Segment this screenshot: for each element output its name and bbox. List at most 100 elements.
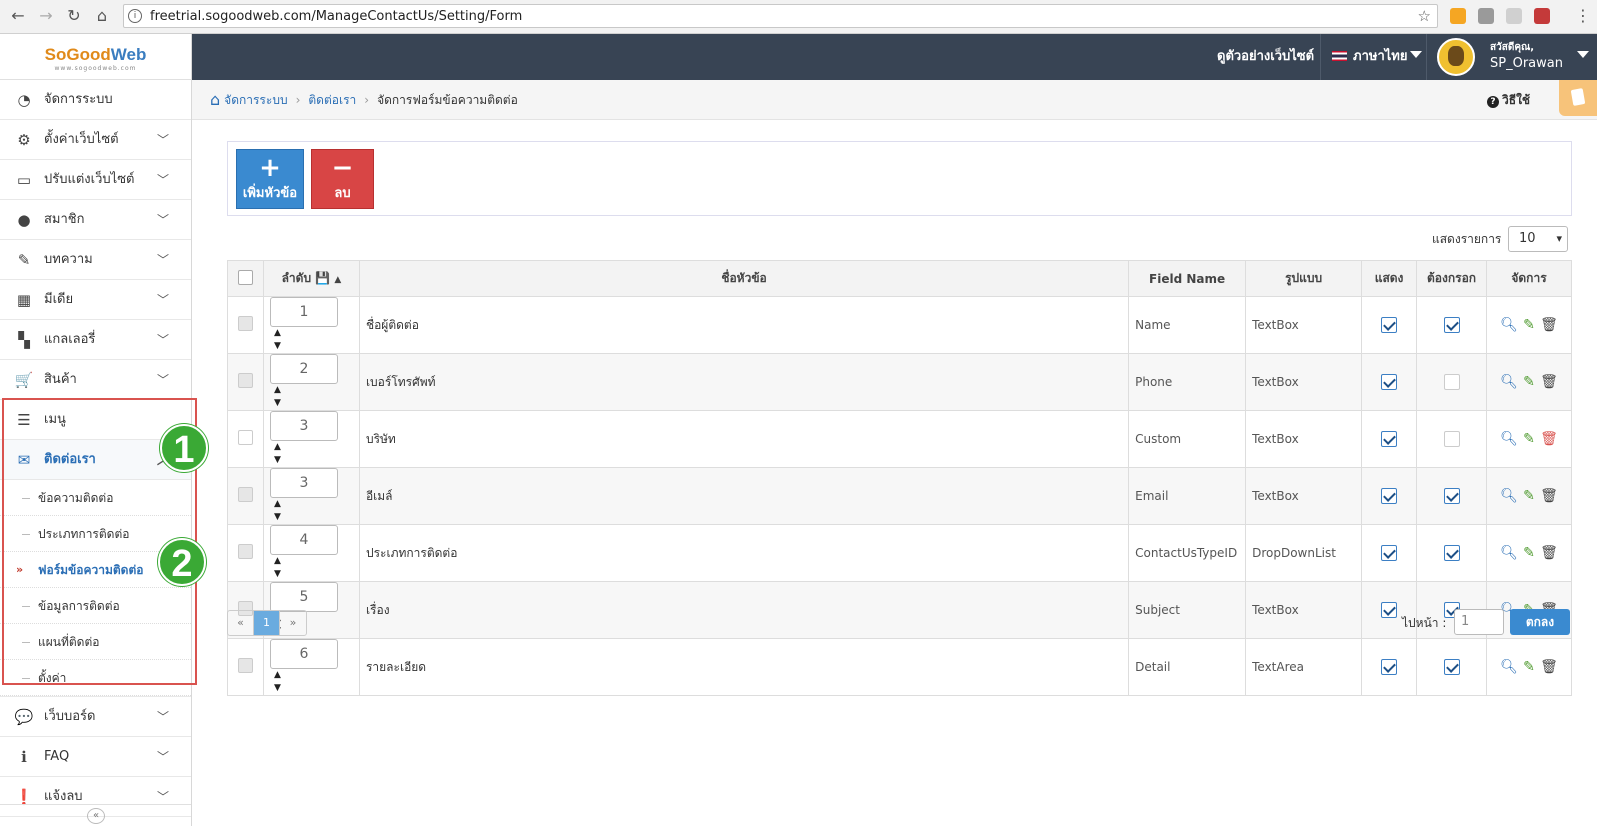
search-icon[interactable]: 🔍︎ — [1499, 374, 1519, 390]
language-caret-icon[interactable] — [1410, 51, 1422, 58]
language-selector[interactable]: ภาษาไทย — [1332, 34, 1407, 80]
search-icon[interactable]: 🔍︎ — [1499, 317, 1519, 333]
search-icon[interactable]: 🔍︎ — [1499, 545, 1519, 561]
back-icon[interactable]: ← — [8, 6, 28, 25]
show-checkbox[interactable] — [1381, 602, 1398, 618]
required-checkbox[interactable] — [1443, 431, 1460, 447]
order-input[interactable]: 3 — [269, 468, 338, 498]
trash-icon[interactable]: 🗑︎ — [1539, 488, 1559, 504]
row-checkbox[interactable] — [237, 373, 253, 388]
extension-icon[interactable] — [1506, 8, 1522, 24]
sidebar-item-faq[interactable]: ℹ FAQ ﹀ — [0, 737, 191, 777]
sidebar-item-media[interactable]: ▦ มีเดีย ﹀ — [0, 280, 191, 320]
pencil-icon[interactable]: ✎ — [1519, 374, 1539, 390]
extension-icon[interactable] — [1534, 8, 1550, 24]
search-icon[interactable]: 🔍︎ — [1499, 659, 1519, 675]
required-checkbox[interactable] — [1443, 545, 1460, 561]
show-checkbox[interactable] — [1381, 488, 1398, 504]
arrow-up-icon[interactable]: ▲ — [274, 385, 281, 395]
order-stepper[interactable]: ▲▼ — [274, 441, 288, 467]
trash-icon[interactable]: 🗑︎ — [1539, 431, 1559, 447]
show-checkbox[interactable] — [1381, 659, 1398, 675]
page-prev[interactable]: « — [228, 611, 254, 635]
header-select-all[interactable] — [227, 260, 264, 297]
arrow-down-icon[interactable]: ▼ — [274, 683, 281, 693]
sidebar-item-site-settings[interactable]: ⚙ ตั้งค่าเว็บไซต์ ﹀ — [0, 120, 191, 160]
select-all-checkbox[interactable] — [237, 269, 253, 285]
order-stepper[interactable]: ▲▼ — [274, 555, 288, 581]
search-icon[interactable]: 🔍︎ — [1499, 488, 1519, 504]
sidebar-item-products[interactable]: 🛒 สินค้า ﹀ — [0, 360, 191, 400]
row-checkbox[interactable] — [237, 487, 253, 502]
show-checkbox[interactable] — [1381, 317, 1398, 333]
home-icon[interactable]: ⌂ — [92, 6, 112, 25]
delete-button[interactable]: − ลบ — [311, 149, 374, 209]
breadcrumb-link[interactable]: จัดการระบบ — [224, 93, 287, 107]
notes-button[interactable] — [1559, 80, 1597, 116]
trash-icon[interactable]: 🗑︎ — [1539, 545, 1559, 561]
order-stepper[interactable]: ▲▼ — [274, 327, 288, 353]
arrow-down-icon[interactable]: ▼ — [274, 398, 281, 408]
page-current[interactable]: 1 — [254, 611, 280, 635]
sidebar-item-gallery[interactable]: ▚ แกลเลอรี่ ﹀ — [0, 320, 191, 360]
row-checkbox[interactable] — [237, 316, 253, 331]
view-site-link[interactable]: ดูตัวอย่างเว็บไซต์ — [1217, 34, 1314, 80]
pencil-icon[interactable]: ✎ — [1519, 545, 1539, 561]
add-field-button[interactable]: + เพิ่มหัวข้อ — [236, 149, 304, 209]
row-checkbox[interactable] — [237, 430, 253, 445]
sidebar-item-members[interactable]: ● สมาชิก ﹀ — [0, 200, 191, 240]
sidebar-item-webboard[interactable]: 💬 เว็บบอร์ด ﹀ — [0, 697, 191, 737]
pencil-icon[interactable]: ✎ — [1519, 488, 1539, 504]
sidebar-item-system[interactable]: ◔ จัดการระบบ — [0, 80, 191, 120]
order-input[interactable]: 2 — [269, 354, 338, 384]
arrow-up-icon[interactable]: ▲ — [274, 670, 281, 680]
arrow-down-icon[interactable]: ▼ — [274, 569, 281, 579]
save-icon[interactable]: 💾 — [315, 271, 330, 285]
logo[interactable]: SoGoodWeb www.sogoodweb.com — [0, 34, 191, 80]
forward-icon[interactable]: → — [36, 6, 56, 25]
sidebar-item-customize[interactable]: ▭ ปรับแต่งเว็บไซต์ ﹀ — [0, 160, 191, 200]
required-checkbox[interactable] — [1443, 317, 1460, 333]
info-icon[interactable]: i — [128, 9, 142, 23]
order-input[interactable]: 1 — [269, 297, 338, 327]
sidebar-collapse[interactable]: « — [0, 804, 191, 826]
order-stepper[interactable]: ▲▼ — [274, 669, 288, 695]
show-checkbox[interactable] — [1381, 431, 1398, 447]
arrow-down-icon[interactable]: ▼ — [274, 512, 281, 522]
required-checkbox[interactable] — [1443, 488, 1460, 504]
arrow-down-icon[interactable]: ▼ — [274, 341, 281, 351]
cast-icon[interactable] — [1478, 8, 1494, 24]
address-bar[interactable]: i freetrial.sogoodweb.com/ManageContactU… — [123, 4, 1438, 28]
arrow-down-icon[interactable]: ▼ — [274, 455, 281, 465]
breadcrumb-link[interactable]: ติดต่อเรา — [308, 93, 356, 107]
pencil-icon[interactable]: ✎ — [1519, 431, 1539, 447]
row-checkbox[interactable] — [237, 544, 253, 559]
avatar[interactable] — [1437, 38, 1475, 76]
arrow-up-icon[interactable]: ▲ — [274, 328, 281, 338]
pencil-icon[interactable]: ✎ — [1519, 317, 1539, 333]
order-input[interactable]: 4 — [269, 525, 338, 555]
sidebar-item-articles[interactable]: ✎ บทความ ﹀ — [0, 240, 191, 280]
user-caret-icon[interactable] — [1577, 51, 1589, 58]
extension-icon[interactable] — [1450, 8, 1466, 24]
goto-page-input[interactable]: 1 — [1454, 609, 1504, 635]
browser-menu-icon[interactable]: ⋮ — [1575, 6, 1591, 25]
reload-icon[interactable]: ↻ — [64, 6, 84, 25]
user-info[interactable]: สวัสดีคุณ, SP_Orawan — [1490, 40, 1563, 72]
arrow-up-icon[interactable]: ▲ — [274, 442, 281, 452]
collapse-icon[interactable]: « — [87, 808, 105, 824]
order-stepper[interactable]: ▲▼ — [274, 384, 288, 410]
required-checkbox[interactable] — [1443, 374, 1460, 390]
order-input[interactable]: 6 — [269, 639, 338, 669]
help-link[interactable]: ? วิธีใช้ — [1487, 80, 1530, 120]
order-input[interactable]: 5 — [269, 582, 338, 612]
arrow-up-icon[interactable]: ▲ — [274, 499, 281, 509]
show-checkbox[interactable] — [1381, 374, 1398, 390]
trash-icon[interactable]: 🗑︎ — [1539, 317, 1559, 333]
header-order[interactable]: ลำดับ 💾 ▲ — [262, 260, 360, 297]
home-icon[interactable]: ⌂ — [210, 90, 220, 109]
required-checkbox[interactable] — [1443, 659, 1460, 675]
order-stepper[interactable]: ▲▼ — [274, 498, 288, 524]
pencil-icon[interactable]: ✎ — [1519, 659, 1539, 675]
search-icon[interactable]: 🔍︎ — [1499, 431, 1519, 447]
